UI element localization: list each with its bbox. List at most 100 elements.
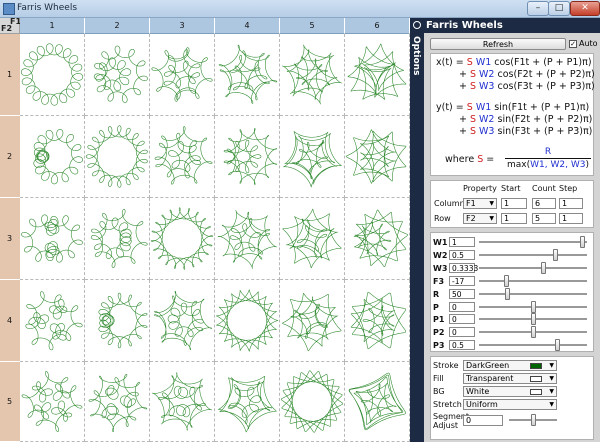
wheel-curve — [93, 45, 148, 103]
param-input-p2[interactable]: 0 — [449, 327, 475, 338]
param-input-r[interactable]: 50 — [449, 288, 475, 299]
wheel-cell-4-4 — [215, 280, 280, 362]
row-header-label: 2 — [7, 151, 13, 161]
wheel-path — [348, 372, 406, 431]
wheel-curve — [151, 372, 213, 431]
wheel-curve — [151, 47, 213, 102]
wheel-path — [21, 214, 83, 263]
param-slider-thumb[interactable] — [530, 326, 536, 339]
appearance-select-stretch[interactable]: Uniform ▼ — [463, 399, 557, 410]
appearance-section: Stroke DarkGreen ▼ Fill Transparent ▼ BG White ▼… — [430, 356, 594, 440]
param-slider-thumb[interactable] — [555, 339, 561, 352]
wheel-curve — [282, 44, 342, 105]
formula-text: + — [459, 126, 470, 137]
param-slider-thumb[interactable] — [579, 236, 585, 248]
param-label-p3: P3 — [433, 341, 445, 351]
range-start-input[interactable]: 1 — [501, 198, 527, 209]
param-input-w2[interactable]: 0.5 — [449, 249, 475, 260]
wheel-cell-5-2 — [280, 116, 345, 198]
param-label-w2: W2 — [433, 250, 448, 260]
param-input-w1[interactable]: 1 — [449, 237, 475, 247]
refresh-button[interactable]: Refresh — [430, 38, 566, 50]
formula-box: x(t) = S W1 cos(F1t + (P + P1)π) + S W2 … — [430, 53, 595, 176]
param-slider-track[interactable] — [479, 279, 587, 282]
param-slider-thumb[interactable] — [530, 313, 536, 326]
range-header-step: Step — [559, 184, 578, 193]
param-slider-track[interactable] — [479, 292, 587, 295]
wheel-curve — [150, 207, 214, 270]
formula-text: max( — [507, 160, 531, 170]
range-start-input[interactable]: 1 — [501, 213, 527, 224]
range-step-input[interactable]: 1 — [559, 198, 583, 209]
minimize-button[interactable]: – — [527, 1, 549, 16]
row-header-2: 2 — [0, 116, 20, 198]
wheel-cell-1-3 — [20, 198, 85, 280]
maximize-button[interactable]: □ — [548, 1, 570, 16]
range-property-value: F1 — [466, 199, 476, 208]
wheel-path — [353, 209, 408, 268]
wheel-path — [347, 43, 407, 100]
formula-text: cos(F3t + (P + P3)π) — [494, 81, 595, 92]
formula-text: cos(F1t + (P + P1)π) — [491, 57, 592, 68]
formula-x3: + S W3 cos(F3t + (P + P3)π) — [459, 81, 595, 92]
column-header-1: 1 — [20, 18, 85, 34]
param-slider-thumb[interactable] — [530, 300, 536, 313]
param-input-w3[interactable]: 0.3333 — [449, 262, 478, 273]
range-property-value: F2 — [466, 214, 476, 223]
appearance-select-fill[interactable]: Transparent ▼ — [463, 373, 557, 384]
formula-w: W1 — [472, 57, 492, 68]
range-step-input[interactable]: 1 — [559, 213, 583, 224]
column-header-5: 5 — [280, 18, 345, 34]
formula-numerator: R — [544, 147, 552, 157]
close-button[interactable]: ✕ — [570, 1, 600, 16]
row-header-3: 3 — [0, 198, 20, 280]
param-input-p1[interactable]: 0 — [449, 314, 475, 325]
param-input-p[interactable]: 0 — [449, 301, 475, 312]
appearance-select-bg[interactable]: White ▼ — [463, 386, 557, 397]
param-slider-thumb[interactable] — [540, 261, 546, 274]
chevron-down-icon: ▼ — [489, 215, 494, 222]
wheel-curve — [218, 44, 278, 104]
range-count-input[interactable]: 6 — [532, 198, 556, 209]
wheel-cell-5-3 — [280, 198, 345, 280]
fraction-bar — [505, 158, 591, 159]
param-slider-track[interactable] — [479, 344, 587, 347]
wheel-curve — [21, 214, 83, 263]
formula-x1: x(t) = S W1 cos(F1t + (P + P1)π) — [436, 57, 592, 68]
options-label: Options — [411, 36, 421, 76]
param-input-p3[interactable]: 0.5 — [449, 340, 475, 351]
row-header-label: 4 — [7, 315, 13, 325]
range-property-select[interactable]: F2 ▼ — [463, 213, 497, 224]
collapse-icon[interactable] — [413, 21, 421, 29]
param-slider-track[interactable] — [479, 241, 587, 243]
wheel-cell-2-5 — [85, 362, 150, 442]
param-slider-thumb[interactable] — [503, 274, 509, 287]
wheel-path — [223, 128, 278, 185]
range-count-input[interactable]: 5 — [532, 213, 556, 224]
param-input-f3[interactable]: -17 — [449, 275, 475, 286]
segment-slider-thumb[interactable] — [530, 414, 536, 426]
wheel-cell-6-2 — [345, 116, 410, 198]
param-slider-track[interactable] — [479, 266, 587, 269]
wheel-path — [280, 370, 344, 433]
chevron-down-icon: ▼ — [489, 200, 494, 207]
formula-text: sin(F3t + (P + P3)π) — [494, 126, 593, 137]
wheel-curve — [353, 209, 408, 268]
range-property-select[interactable]: F1 ▼ — [463, 198, 497, 209]
auto-checkbox[interactable]: ✓ — [569, 40, 577, 48]
formula-text: cos(F2t + (P + P2)π) — [494, 69, 595, 80]
param-slider-track[interactable] — [479, 253, 587, 256]
appearance-select-stroke[interactable]: DarkGreen ▼ — [463, 360, 557, 371]
wheel-cell-4-5 — [215, 362, 280, 442]
options-strip[interactable]: Options — [410, 18, 424, 442]
wheel-path — [21, 371, 83, 432]
wheel-path — [218, 44, 278, 104]
segment-adjust-input[interactable]: 0 — [463, 415, 503, 426]
app-icon — [3, 3, 15, 15]
wheel-curve — [21, 371, 83, 432]
param-label-r: R — [433, 289, 440, 299]
param-slider-thumb[interactable] — [553, 248, 559, 261]
param-slider-thumb[interactable] — [504, 287, 510, 300]
wheel-cell-2-1 — [85, 34, 150, 116]
wheel-cell-1-4 — [20, 280, 85, 362]
